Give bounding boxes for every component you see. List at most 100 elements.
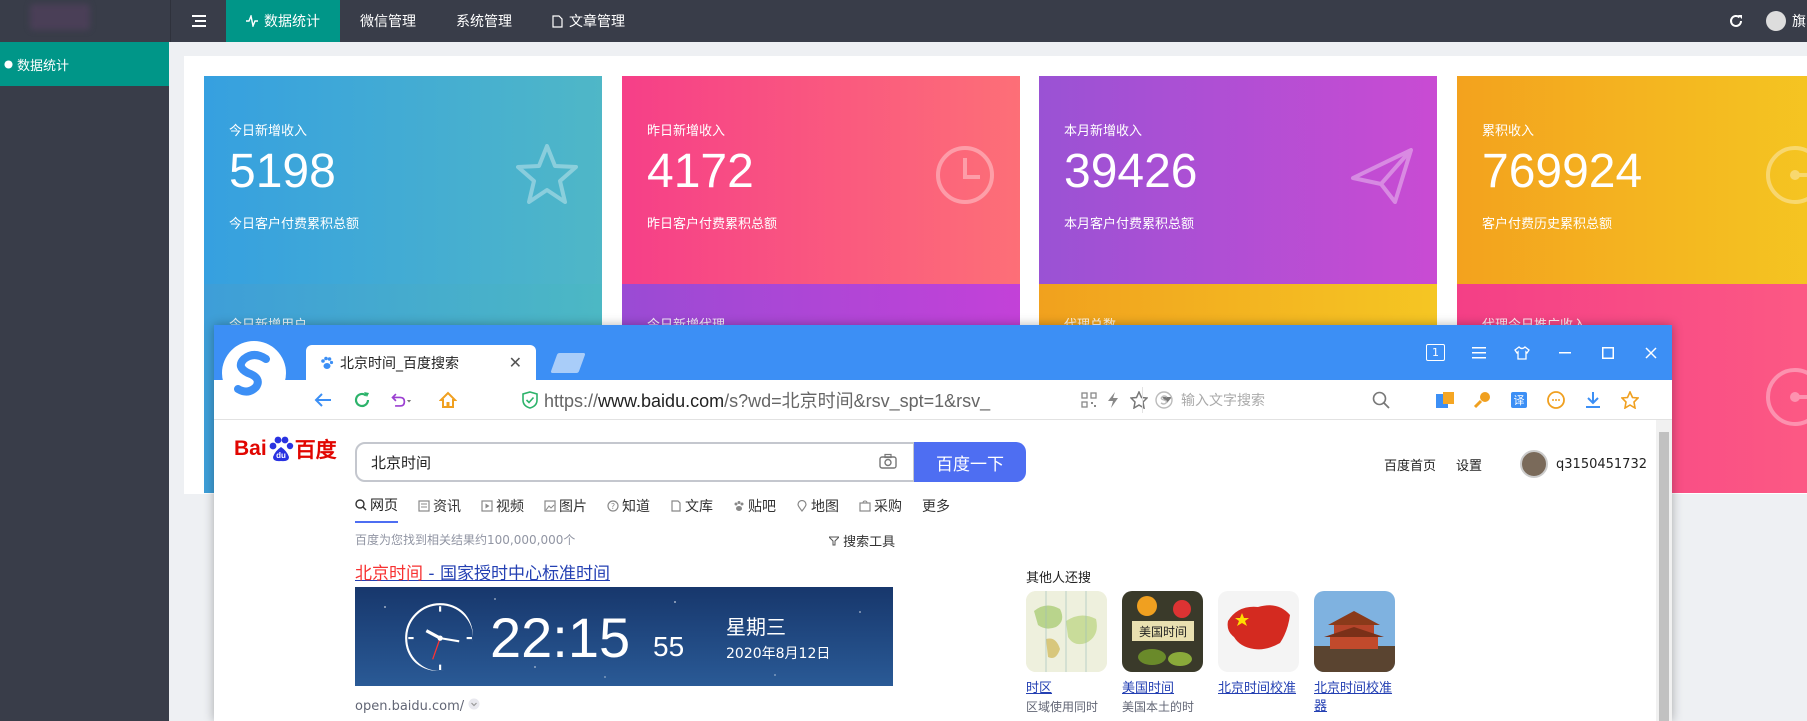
card-label: 本月新增收入 [1064,124,1143,139]
close-window-button[interactable] [1629,333,1672,373]
sidebar-item-data-stats[interactable]: 数据统计 [0,42,169,86]
search-icon[interactable] [1372,391,1390,409]
ext-emoji[interactable] [1545,389,1567,411]
lightning-icon [1108,392,1118,408]
url-domain: www.baidu.com [598,391,725,411]
related-name: 时区 [1026,681,1053,696]
card-value: 5198 [229,145,336,198]
home-icon [439,391,457,408]
undo-close-button[interactable] [390,389,412,411]
tab-title: 北京时间_百度搜索 [340,355,459,372]
nav-item-articles[interactable]: 文章管理 [532,0,645,42]
stat-card-today-income: 今日新增收入 5198 今日客户付费累积总额 [204,76,602,285]
browser-tab[interactable]: 北京时间_百度搜索 ✕ [306,345,536,380]
star-icon [1621,391,1639,409]
close-tab-icon[interactable]: ✕ [509,353,522,372]
ext-favorites[interactable] [1619,389,1641,411]
tab-label: 网页 [370,498,398,514]
analog-clock-icon [405,603,473,671]
nav-label: 数据统计 [264,14,320,30]
tab-wenku[interactable]: 文库 [670,495,713,523]
close-icon [1644,346,1657,359]
menu-icon [1471,346,1486,358]
search-input[interactable]: 输入文字搜索 [1142,387,1398,413]
tab-tieba[interactable]: 贴吧 [733,495,776,523]
ext-password[interactable] [1471,389,1493,411]
reader-icon [1436,392,1454,408]
svg-text:美国时间: 美国时间 [1139,625,1187,639]
scrollbar-thumb[interactable] [1659,432,1669,721]
skin-button[interactable] [1500,333,1543,373]
tab-purchase[interactable]: 采购 [859,495,902,523]
menu-button[interactable] [1457,333,1500,373]
page-scrollbar[interactable] [1656,420,1672,721]
related-name: 北京时间校准 [1218,681,1297,696]
tab-web[interactable]: 网页 [355,495,398,523]
nav-item-system[interactable]: 系统管理 [436,0,532,42]
search-tools-button[interactable]: 搜索工具 [827,531,896,550]
browser-titlebar: 北京时间_百度搜索 ✕ 1 [214,325,1672,380]
chevron-down-icon [468,698,480,710]
map-pin-icon [797,500,807,512]
tab-more[interactable]: 更多 [922,495,950,523]
user-menu[interactable]: 旗 [1766,0,1806,42]
baidu-home-link[interactable]: 百度首页 [1384,455,1436,474]
ext-reader[interactable] [1434,389,1456,411]
nav-item-wechat[interactable]: 微信管理 [340,0,436,42]
address-bar[interactable]: https://www.baidu.com/s?wd=北京时间&rsv_spt=… [522,387,1070,413]
result-title-link[interactable]: 北京时间 - 国家授时中心标准时间 [355,559,610,584]
tab-images[interactable]: 图片 [544,495,587,523]
nav-label: 微信管理 [360,14,416,30]
ext-download[interactable] [1582,389,1604,411]
baidu-search-input[interactable]: 北京时间 [355,442,915,482]
card-value: 769924 [1482,145,1643,198]
baidu-username[interactable]: q3150451732 [1556,457,1647,472]
home-button[interactable] [437,389,459,411]
sogou-search-icon [1155,391,1173,409]
baidu-paw-icon [321,356,334,369]
arrow-left-icon [314,393,331,407]
related-item[interactable]: 北京时间校准器 [1314,591,1395,716]
tab-label: 图片 [559,499,587,515]
menu-toggle-button[interactable] [170,0,226,42]
speed-mode-button[interactable] [1102,389,1124,411]
ext-translate[interactable]: 译 [1508,389,1530,411]
baidu-search-button[interactable]: 百度一下 [914,442,1026,482]
new-tab-button[interactable] [550,353,586,373]
related-item[interactable]: 北京时间校准 [1218,591,1299,716]
qr-code-button[interactable] [1078,389,1100,411]
stat-card-yesterday-income: 昨日新增收入 4172 昨日客户付费累积总额 [622,76,1020,285]
clock-date: 2020年8月12日 [726,646,831,662]
search-tools-label: 搜索工具 [843,535,896,550]
related-desc: 区域使用同时 [1026,700,1099,714]
result-url-text: open.baidu.com/ [355,699,465,714]
camera-icon[interactable] [879,453,897,469]
url-path: /s?wd=北京时间&rsv_spt=1&rsv_ [724,391,991,411]
document-icon [552,14,563,28]
baidu-logo[interactable]: Bai du 百度 [234,434,337,464]
browser-window: 北京时间_百度搜索 ✕ 1 https://www.baidu.com/s?wd… [214,325,1672,721]
tab-news[interactable]: 资讯 [418,495,461,523]
nav-item-data-stats[interactable]: 数据统计 [226,0,340,42]
baidu-settings-link[interactable]: 设置 [1456,455,1482,474]
clock-time: 22:15 [490,606,631,669]
related-item[interactable]: 美国时间 美国时间 美国本土的时 [1122,591,1203,716]
tab-video[interactable]: 视频 [481,495,524,523]
related-item[interactable]: 时区 区域使用同时 [1026,591,1107,716]
tab-zhidao[interactable]: ? 知道 [607,495,650,523]
tab-counter: 1 [1426,344,1445,361]
refresh-button[interactable] [1712,0,1760,42]
result-url[interactable]: open.baidu.com/ [355,698,480,714]
star-icon [516,144,578,204]
tab-map[interactable]: 地图 [796,495,839,523]
maximize-button[interactable] [1586,333,1629,373]
minimize-button[interactable] [1543,333,1586,373]
result-title-rest: - 国家授时中心标准时间 [423,564,610,584]
key-icon [1473,392,1490,409]
reload-button[interactable] [351,389,373,411]
back-button[interactable] [312,389,334,411]
tab-counter-button[interactable]: 1 [1414,333,1457,373]
avatar[interactable] [1520,450,1549,478]
top-bar: 数据统计 微信管理 系统管理 文章管理 旗 [0,0,1807,42]
sogou-logo-icon [227,346,281,400]
